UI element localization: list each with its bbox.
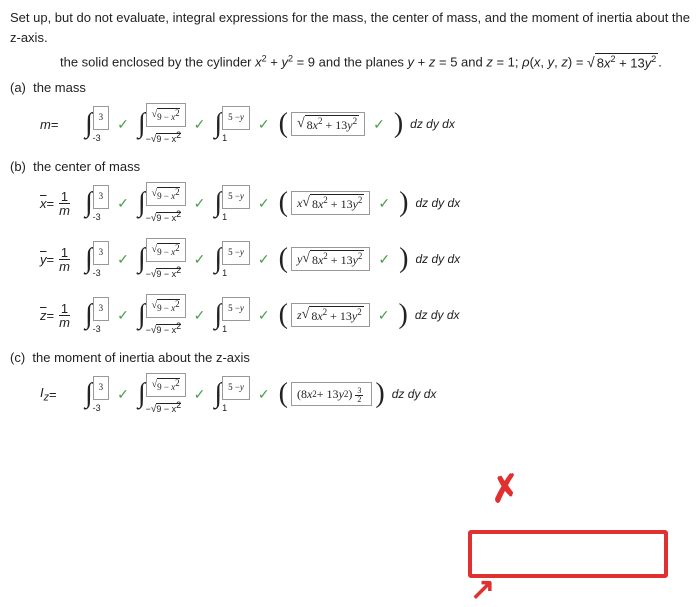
integrand-input[interactable]: y√8x2 + 13y2 xyxy=(291,247,370,271)
check-icon: ✓ xyxy=(373,116,385,133)
integral-sign: ∫ xyxy=(214,108,222,140)
x-limits: 3 -3 xyxy=(93,106,110,143)
y-upper-input[interactable]: √9 − x2 xyxy=(146,182,186,206)
integral-sign: ∫ xyxy=(138,108,146,140)
part-b-label: (b) the center of mass xyxy=(10,159,690,174)
y-upper-input[interactable]: √9 − x2 xyxy=(146,103,186,127)
mass-row: m = ∫ 3 -3 ✓ ∫ √9 − x2 −√9 − x2 ✓ ∫ 5 − … xyxy=(40,103,690,145)
check-icon: ✓ xyxy=(194,116,206,133)
check-icon: ✓ xyxy=(117,116,129,133)
xbar-row: x = 1m ∫ 3-3 ✓ ∫ √9 − x2−√9 − x2 ✓ ∫ 5 −… xyxy=(40,182,690,224)
red-cross-annotation: ✗ xyxy=(487,466,523,512)
zbar-row: z = 1m ∫ 3-3 ✓ ∫ √9 − x2−√9 − x2 ✓ ∫ 5 −… xyxy=(40,294,690,336)
x-upper-input[interactable]: 3 xyxy=(93,185,110,209)
z-upper-input[interactable]: 5 − y xyxy=(222,106,250,130)
part-c-label: (c) the moment of inertia about the z-ax… xyxy=(10,350,690,365)
integrand-input[interactable]: x√8x2 + 13y2 xyxy=(291,191,370,215)
part-a-label: (a) the mass xyxy=(10,80,690,95)
red-box-annotation xyxy=(468,530,668,578)
z-upper-input[interactable]: 5 − y xyxy=(222,185,250,209)
differentials: dz dy dx xyxy=(410,117,455,131)
y-limits: √9 − x2 −√9 − x2 xyxy=(146,103,186,145)
iz-lhs: Iz = xyxy=(40,385,78,404)
instruction-text: Set up, but do not evaluate, integral ex… xyxy=(10,8,690,47)
iz-row: Iz = ∫ 3-3 ✓ ∫ √9 − x2−√9 − x2 ✓ ∫ 5 − y… xyxy=(40,373,690,415)
integral-sign: ∫ xyxy=(85,108,93,140)
integrand-input-iz[interactable]: (8x2 + 13y2)32 xyxy=(291,382,372,406)
ybar-row: y = 1m ∫ 3-3 ✓ ∫ √9 − x2−√9 − x2 ✓ ∫ 5 −… xyxy=(40,238,690,280)
integrand-input[interactable]: z√8x2 + 13y2 xyxy=(291,303,370,327)
sub-instruction: the solid enclosed by the cylinder x2 + … xyxy=(60,53,690,70)
mass-lhs: m = xyxy=(40,117,78,132)
xbar-lhs: x = 1m xyxy=(40,190,78,217)
integrand-input[interactable]: √8x2 + 13y2 xyxy=(291,112,365,136)
z-limits: 5 − y 1 xyxy=(222,106,250,143)
red-arrow-annotation: ↗ xyxy=(470,572,495,607)
check-icon: ✓ xyxy=(258,116,270,133)
x-upper-input[interactable]: 3 xyxy=(93,106,110,130)
